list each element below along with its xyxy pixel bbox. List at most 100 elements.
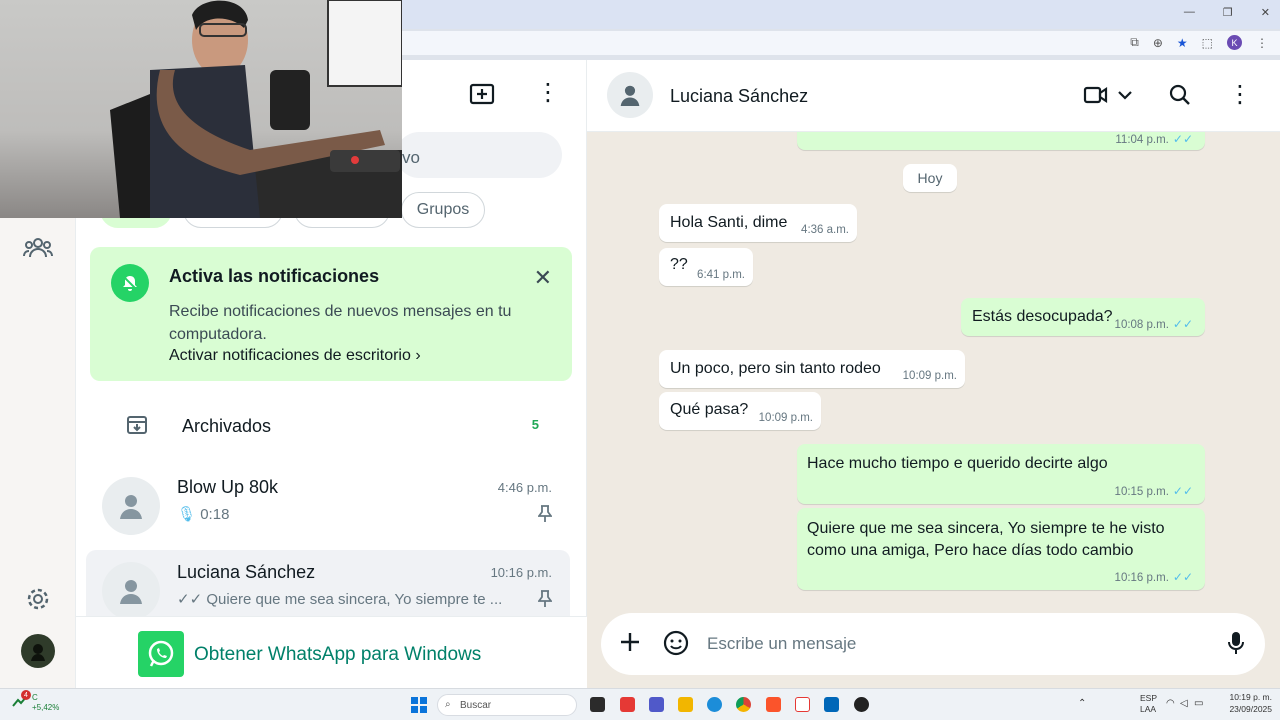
app-icon-red[interactable] [620,697,635,712]
message-bubble-in: ?? 6:41 p.m. [659,248,753,286]
close-window-button[interactable]: ✕ [1261,6,1270,19]
message-time-text: 10:15 p.m. [1114,486,1169,498]
task-view-icon[interactable] [590,697,605,712]
message-time: 10:09 p.m. [902,370,957,382]
app-icon-dark[interactable] [854,697,869,712]
start-tile [420,697,427,704]
language-region: LAA [1140,704,1157,714]
close-icon[interactable]: ✕ [534,265,552,291]
zoom-icon[interactable]: ⊕ [1153,36,1163,50]
search-icon[interactable] [1169,84,1191,111]
profile-avatar[interactable]: K [1227,35,1242,50]
notification-body: Recibe notificaciones de nuevos mensajes… [169,303,512,343]
conversation-panel: Luciana Sánchez ⋮ 11:04 p.m. ✓✓ Hoy Hola … [587,60,1280,688]
message-text: Quiere que me sea sincera, Yo siempre te… [807,520,1165,559]
read-ticks-icon: ✓✓ [1172,317,1193,331]
profile-avatar-rail[interactable] [21,634,55,668]
brave-icon[interactable] [766,697,781,712]
archived-label: Archivados [182,416,272,436]
day-separator: Hoy [903,164,957,192]
wifi-icon[interactable]: ◠ [1166,698,1175,709]
cast-icon[interactable]: ⧉ [1130,35,1139,50]
sticker-emoji-icon[interactable] [663,630,689,661]
teams-icon[interactable] [649,697,664,712]
message-time: 10:16 p.m. ✓✓ [1115,570,1193,584]
windows-start-icon[interactable] [411,697,427,713]
stock-change: +5,42% [32,703,60,712]
chat-list-item[interactable]: Blow Up 80k 4:46 p.m. 🎙 0:18 [86,465,570,541]
windows-taskbar: 4 C +5,42% ⌕ Buscar ⌃ ESP LAA ◠ ◁ ▭ 10:19 … [0,688,1280,720]
archived-row[interactable]: Archivados 5 [76,400,587,452]
language-code: ESP [1140,693,1158,703]
double-check-icon: ✓✓ [177,591,203,608]
attach-plus-icon[interactable] [619,631,641,658]
language-indicator[interactable]: ESP LAA [1140,693,1157,715]
new-chat-icon[interactable] [469,82,495,111]
clock[interactable]: 10:19 p. m. 23/09/2025 [1229,691,1272,715]
settings-gear-icon[interactable] [20,581,56,617]
get-whatsapp-windows-banner[interactable]: Obtener WhatsApp para Windows [76,616,587,688]
contact-name: Luciana Sánchez [670,86,809,106]
message-time-text: 10:16 p.m. [1114,572,1169,584]
conversation-menu-icon[interactable]: ⋮ [1228,80,1252,109]
message-text: Estás desocupada? [972,308,1113,325]
message-time: 6:41 p.m. [697,269,745,281]
archived-count: 5 [531,417,539,432]
filter-chip-groups[interactable]: Grupos [401,192,485,228]
start-tile [411,697,418,704]
chat-name: Luciana Sánchez [177,562,316,582]
enable-desktop-notifications-link[interactable]: Activar notificaciones de escritorio › [169,347,421,365]
chevron-up-icon[interactable]: ⌃ [1078,698,1086,709]
contact-avatar-icon[interactable] [607,72,653,118]
message-time: 10:08 p.m. ✓✓ [1115,317,1193,331]
browser-menu-icon[interactable]: ⋮ [1256,36,1268,50]
clock-time: 10:19 p. m. [1229,692,1272,702]
store-icon[interactable] [824,697,839,712]
message-list[interactable]: 11:04 p.m. ✓✓ Hoy Hola Santi, dime 4:36 a… [587,132,1280,612]
chevron-down-icon[interactable] [1117,88,1133,106]
notifications-banner: Activa las notificaciones Recibe notific… [90,247,572,381]
pin-icon [537,590,553,613]
message-time: 10:15 p.m. ✓✓ [1115,484,1193,498]
chat-list-item-selected[interactable]: Luciana Sánchez 10:16 p.m. ✓✓ Quiere que… [86,550,570,626]
message-text: Qué pasa? [670,401,749,418]
voice-duration: 0:18 [200,506,230,523]
communities-icon[interactable] [20,230,56,266]
restore-button[interactable]: ❐ [1223,6,1233,19]
clock-date: 23/09/2025 [1229,704,1272,714]
window-controls: — ❐ ✕ [1184,6,1270,19]
message-bubble-in: Hola Santi, dime 4:36 a.m. [659,204,857,242]
minimize-button[interactable]: — [1184,6,1195,19]
chrome-icon[interactable] [736,697,751,712]
chat-preview: ✓✓ Quiere que me sea sincera, Yo siempre… [177,590,522,608]
weather-widget-icon[interactable]: 4 [12,690,31,710]
extensions-icon[interactable]: ⬚ [1202,36,1213,50]
bookmark-star-icon[interactable]: ★ [1177,36,1188,50]
sidebar-menu-icon[interactable]: ⋮ [536,78,560,107]
read-ticks-icon: ✓✓ [1172,570,1193,584]
app-icon-white[interactable] [795,697,810,712]
search-icon: ⌕ [445,699,451,710]
video-call-icon[interactable] [1083,84,1109,111]
start-tile [420,706,427,713]
default-avatar-icon [102,562,160,620]
enable-notifications-label: Activar notificaciones de escritorio [169,347,411,364]
archive-icon [126,414,148,441]
battery-icon[interactable]: ▭ [1194,698,1203,709]
chat-name: Blow Up 80k [177,477,279,497]
message-bubble-out: Quiere que me sea sincera, Yo siempre te… [797,508,1205,590]
volume-icon[interactable]: ◁ [1180,698,1188,709]
file-explorer-icon[interactable] [678,697,693,712]
stock-widget[interactable]: C +5,42% [32,693,59,713]
chat-preview-text: Quiere que me sea sincera, Yo siempre te… [206,591,503,608]
stock-label: C [32,693,38,702]
conversation-header[interactable]: Luciana Sánchez ⋮ [587,60,1280,132]
whatsapp-logo-icon [138,631,184,677]
search-input[interactable]: vo [396,132,562,178]
message-input[interactable] [707,631,1187,657]
edge-icon[interactable] [707,697,722,712]
start-tile [411,706,418,713]
read-ticks-icon: ✓✓ [1172,132,1193,146]
taskbar-search[interactable]: ⌕ Buscar [437,694,577,716]
microphone-icon[interactable] [1227,631,1245,660]
